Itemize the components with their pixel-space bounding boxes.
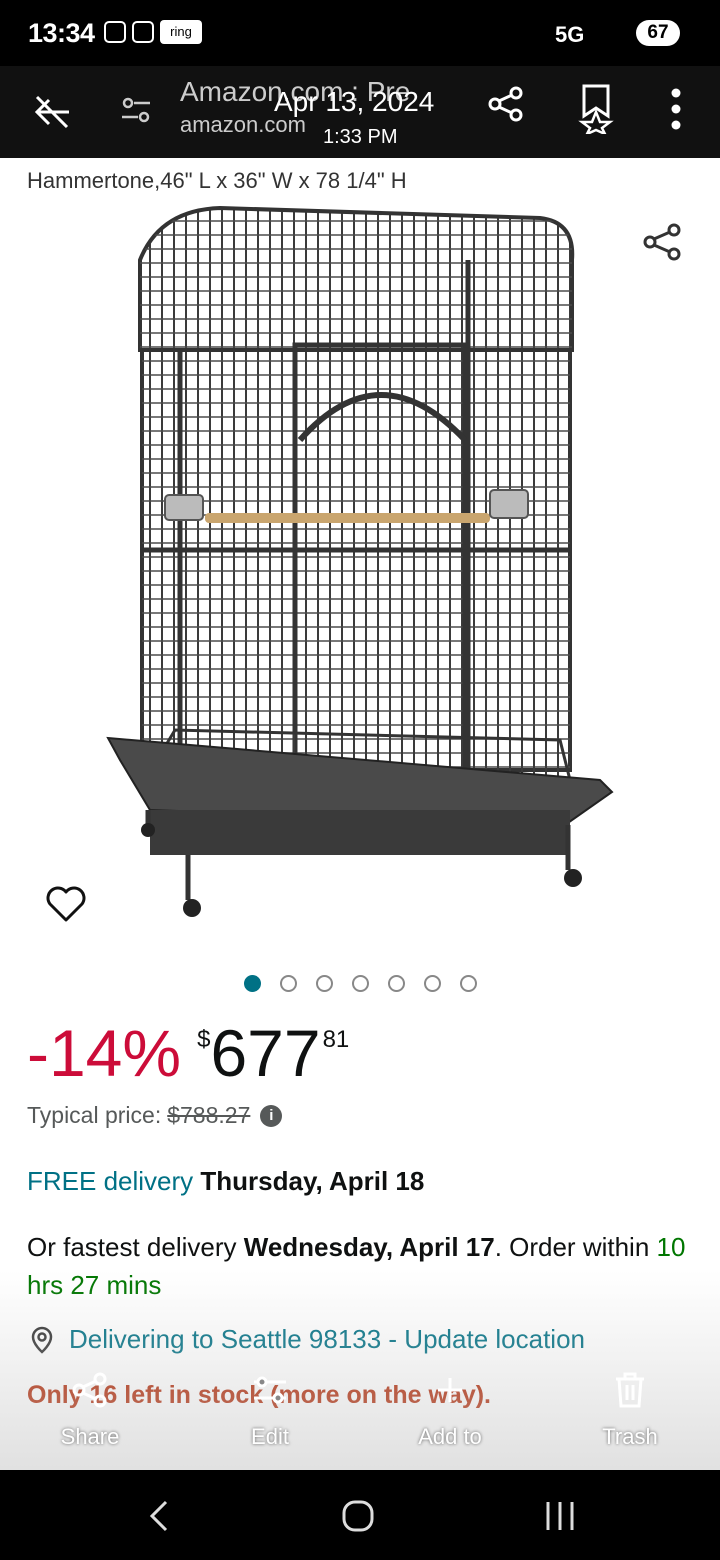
gallery-action-bar: Share Edit Add to Trash (0, 1370, 720, 1470)
carousel-dot[interactable] (316, 975, 333, 992)
share-label: Share (60, 1424, 120, 1449)
status-bar: 13:34 ring 5G 67 (0, 0, 720, 66)
notification-icon (132, 21, 154, 43)
location-link[interactable]: Delivering to Seattle 98133 - Update loc… (69, 1324, 585, 1355)
fastest-delivery: Or fastest delivery Wednesday, April 17.… (27, 1228, 687, 1304)
product-title: Hammertone,46" L x 36" W x 78 1/4" H (27, 168, 407, 193)
battery-indicator: 67 (636, 20, 680, 46)
info-icon[interactable]: i (260, 1104, 283, 1127)
nav-home-button[interactable] (340, 1498, 376, 1539)
tune-icon (122, 97, 150, 123)
nav-home-icon (342, 1500, 374, 1532)
notification-icon (104, 21, 126, 43)
trash-button[interactable]: Trash (560, 1370, 700, 1450)
fastest-delivery-prefix: Or fastest delivery (27, 1232, 237, 1262)
bird-cage-image (106, 205, 614, 917)
share-icon[interactable] (640, 220, 684, 269)
bookmark-button[interactable] (574, 82, 618, 134)
trash-label: Trash (602, 1424, 658, 1449)
ring-app-icon: ring (160, 20, 202, 44)
back-arrow-icon (34, 95, 69, 129)
nav-back-button[interactable] (144, 1498, 174, 1539)
nav-recents-icon (546, 1502, 574, 1530)
edit-label: Edit (251, 1424, 289, 1449)
back-button[interactable] (28, 88, 76, 136)
heart-icon[interactable] (44, 884, 88, 929)
nav-recents-button[interactable] (542, 1498, 578, 1539)
edit-sliders-icon (254, 1376, 286, 1404)
share-page-button[interactable] (484, 82, 528, 126)
capture-time: 1:33 PM (323, 126, 398, 148)
carousel-dot[interactable] (244, 975, 261, 992)
price-block: -14% $ 677 81 (27, 1018, 349, 1088)
typical-price-value: $788.27 (167, 1102, 251, 1128)
order-within-label: . Order within (494, 1232, 650, 1262)
more-options-button[interactable] (662, 84, 690, 134)
price-currency: $ (197, 1026, 211, 1053)
carousel-dot[interactable] (424, 975, 441, 992)
free-delivery-date: Thursday, April 18 (200, 1166, 425, 1196)
carousel-dot[interactable] (460, 975, 477, 992)
trash-icon (616, 1372, 644, 1408)
typical-price: Typical price: $788.27 i (27, 1102, 283, 1129)
plus-icon (438, 1378, 462, 1402)
fastest-delivery-date: Wednesday, April 17 (243, 1232, 495, 1262)
system-nav-bar (0, 1470, 720, 1560)
share-button[interactable]: Share (20, 1370, 160, 1450)
typical-price-label: Typical price: (27, 1102, 162, 1128)
carousel-dot[interactable] (352, 975, 369, 992)
carousel-dot[interactable] (280, 975, 297, 992)
gallery-top-bar: Amazon.com : Pre amazon.com Apr 13, 2024… (0, 66, 720, 158)
carousel-dot[interactable] (388, 975, 405, 992)
status-time: 13:34 (28, 18, 95, 48)
discount-percent: -14% (27, 1016, 182, 1090)
free-delivery: FREE delivery Thursday, April 18 (27, 1166, 424, 1197)
share-icon (72, 1372, 107, 1408)
price-whole: 677 (210, 1016, 321, 1090)
image-carousel-indicator[interactable] (244, 975, 477, 992)
bookmark-star-icon (578, 84, 614, 134)
notification-icons: ring (104, 20, 202, 44)
share-icon (488, 86, 523, 122)
add-to-button[interactable]: Add to (380, 1370, 520, 1450)
nav-back-icon (149, 1500, 168, 1532)
delivery-location[interactable]: Delivering to Seattle 98133 - Update loc… (27, 1324, 585, 1355)
more-vertical-icon (671, 88, 681, 130)
edit-button[interactable]: Edit (200, 1370, 340, 1450)
location-pin-icon (31, 1326, 53, 1354)
add-to-label: Add to (418, 1424, 482, 1449)
product-image[interactable] (0, 200, 720, 940)
site-settings-button[interactable] (116, 90, 156, 130)
capture-date: Apr 13, 2024 (274, 86, 435, 117)
price-fraction: 81 (322, 1026, 350, 1053)
network-indicator: 5G (555, 22, 585, 47)
free-delivery-link[interactable]: FREE delivery (27, 1166, 193, 1196)
